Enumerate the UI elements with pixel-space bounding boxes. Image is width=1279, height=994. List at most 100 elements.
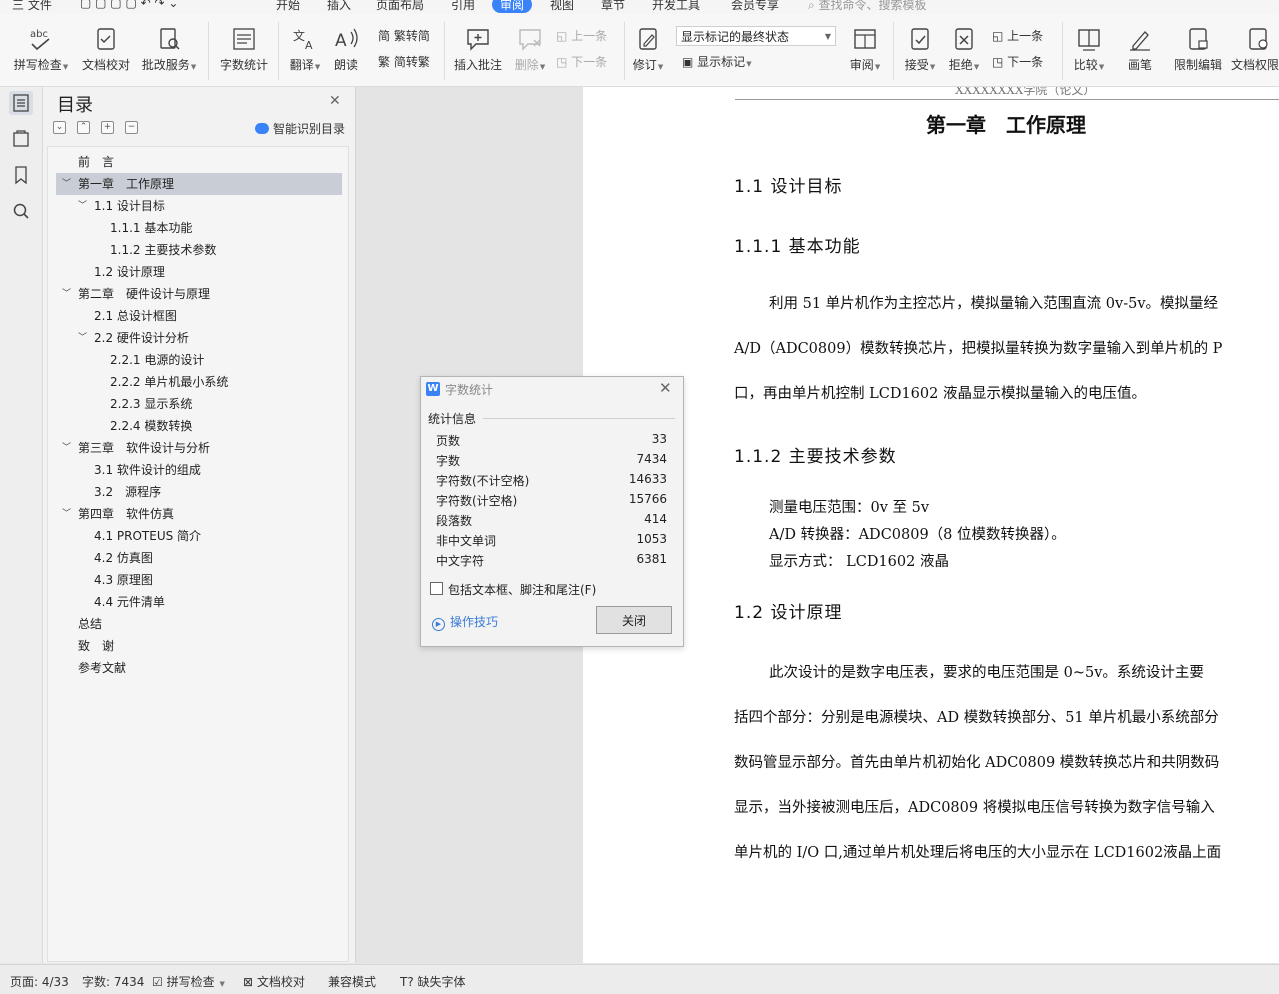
insert-comment-button[interactable]: 插入批注 — [452, 26, 504, 73]
bookmark-icon[interactable] — [9, 163, 33, 187]
tab-member[interactable]: 会员专享 — [731, 0, 779, 13]
tab-developer[interactable]: 开发工具 — [652, 0, 700, 13]
page-indicator[interactable]: 页面: 4/33 — [10, 973, 69, 990]
quick-access-icons[interactable]: ▢ ▢ ▢ ▢ ↶ ↷ ⌄ — [80, 0, 178, 10]
read-aloud-button[interactable]: A 朗读 — [330, 26, 362, 73]
toc-item[interactable]: 4.2 仿真图 — [56, 547, 342, 569]
revise-service-button[interactable]: 批改服务▼ — [140, 26, 198, 73]
toc-item[interactable]: 2.2.2 单片机最小系统 — [56, 371, 342, 393]
tab-section[interactable]: 章节 — [601, 0, 625, 13]
compare-button[interactable]: 比较▼ — [1070, 26, 1108, 73]
expand-all-icon[interactable]: ⌄ — [53, 121, 66, 134]
toc-item[interactable]: 2.2.1 电源的设计 — [56, 349, 342, 371]
tab-review[interactable]: 审阅 — [492, 0, 533, 13]
toc-item-label: 4.4 元件清单 — [94, 595, 165, 609]
delete-comment-button[interactable]: 删除▼ — [512, 26, 548, 73]
add-heading-icon[interactable]: + — [101, 121, 114, 134]
doc-proof-status[interactable]: ⊠ 文档校对 — [243, 973, 305, 990]
ribbon-separator — [208, 22, 209, 80]
prev-change-button[interactable]: ◱ 上一条 — [992, 27, 1043, 44]
prev-comment-button[interactable]: ◱ 上一条 — [556, 27, 607, 44]
translate-button[interactable]: 文 A 翻译▼ — [286, 26, 324, 73]
markup-state-select[interactable]: 显示标记的最终状态 ▼ — [676, 26, 836, 46]
smart-toc-button[interactable]: 智能识别目录 — [255, 120, 345, 137]
spell-check-button[interactable]: abc 拼写检查▼ — [12, 26, 70, 73]
toc-item[interactable]: 2.2.3 显示系统 — [56, 393, 342, 415]
simp-to-trad-button[interactable]: 繁 简转繁 — [378, 53, 430, 70]
ink-button[interactable]: 画笔 — [1124, 26, 1156, 73]
stat-label: 字符数(不计空格) — [436, 474, 530, 488]
search-icon[interactable] — [9, 199, 33, 223]
tab-insert[interactable]: 插入 — [327, 0, 351, 13]
trad-to-simp-button[interactable]: 简 繁转简 — [378, 27, 430, 44]
toc-item[interactable]: ﹀ 第二章 硬件设计与原理 — [56, 283, 342, 305]
toc-item[interactable]: 2.2.4 模数转换 — [56, 415, 342, 437]
toc-item[interactable]: 2.1 总设计框图 — [56, 305, 342, 327]
toc-item[interactable]: 3.2 源程序 — [56, 481, 342, 503]
chevron-down-icon[interactable]: ﹀ — [78, 327, 87, 349]
toc-item[interactable]: 4.1 PROTEUS 简介 — [56, 525, 342, 547]
chapter-nav-icon[interactable] — [9, 127, 33, 151]
toc-item[interactable]: 1.2 设计原理 — [56, 261, 342, 283]
tab-references[interactable]: 引用 — [451, 0, 475, 13]
close-button[interactable]: 关闭 — [596, 606, 672, 634]
toc-item[interactable]: 1.1.1 基本功能 — [56, 217, 342, 239]
document-page[interactable]: XXXXXXXX学院（论文） 第一章 工作原理 1.1 设计目标 1.1.1 基… — [583, 87, 1279, 963]
spell-check-label: 拼写检查 — [13, 58, 62, 72]
doc-permission-button[interactable]: 文档权限 — [1231, 26, 1279, 73]
toc-item[interactable]: 3.1 软件设计的组成 — [56, 459, 342, 481]
toc-icon[interactable] — [9, 91, 33, 115]
toc-item[interactable]: ﹀ 2.2 硬件设计分析 — [56, 327, 342, 349]
reviewing-pane-button[interactable]: 审阅▼ — [846, 26, 884, 73]
toc-item-label: 3.2 源程序 — [94, 485, 162, 499]
missing-font-status[interactable]: T? 缺失字体 — [400, 973, 466, 990]
collapse-all-icon[interactable]: ⌃ — [77, 121, 90, 134]
close-icon[interactable]: ✕ — [329, 93, 341, 109]
tab-page-layout[interactable]: 页面布局 — [376, 0, 424, 13]
restrict-editing-button[interactable]: 限制编辑 — [1172, 26, 1224, 73]
doc-proof-button[interactable]: 文档校对 — [80, 26, 132, 73]
tab-view[interactable]: 视图 — [550, 0, 574, 13]
next-comment-button[interactable]: ◳ 下一条 — [556, 53, 607, 70]
chevron-down-icon[interactable]: ﹀ — [62, 283, 71, 305]
trad-simp-icon: 简 — [378, 29, 391, 43]
include-notes-label[interactable]: 包括文本框、脚注和尾注(F) — [448, 581, 596, 598]
word-count-indicator[interactable]: 字数: 7434 — [82, 973, 144, 990]
remove-heading-icon[interactable]: − — [125, 121, 138, 134]
spell-check-status[interactable]: ☑ 拼写检查 ▼ — [152, 973, 225, 990]
toc-item[interactable]: 致 谢 — [56, 635, 342, 657]
command-search[interactable]: ⌕ 查找命令、搜索模板 — [808, 0, 927, 13]
toc-item[interactable]: ﹀ 第三章 软件设计与分析 — [56, 437, 342, 459]
chevron-down-icon[interactable]: ﹀ — [62, 437, 71, 459]
next-change-button[interactable]: ◳ 下一条 — [992, 53, 1043, 70]
reject-button[interactable]: 拒绝▼ — [946, 26, 982, 73]
show-markup-button[interactable]: ▣ 显示标记▼ — [682, 53, 752, 70]
close-icon[interactable]: ✕ — [659, 379, 672, 397]
tips-link[interactable]: ▶ 操作技巧 — [432, 613, 498, 631]
include-notes-checkbox[interactable] — [430, 582, 443, 595]
toc-item[interactable]: 总结 — [56, 613, 342, 635]
chevron-down-icon[interactable]: ﹀ — [78, 195, 87, 217]
tab-home[interactable]: 开始 — [276, 0, 300, 13]
chevron-down-icon[interactable]: ﹀ — [62, 503, 71, 525]
toc-item[interactable]: 4.3 原理图 — [56, 569, 342, 591]
toc-item[interactable]: 前 言 — [56, 151, 342, 173]
toc-item[interactable]: ﹀ 1.1 设计目标 — [56, 195, 342, 217]
track-changes-button[interactable]: 修订▼ — [630, 26, 666, 73]
accept-button[interactable]: 接受▼ — [902, 26, 938, 73]
markup-state-value: 显示标记的最终状态 — [681, 30, 790, 44]
toc-item[interactable]: 参考文献 — [56, 657, 342, 679]
toc-item[interactable]: 1.1.2 主要技术参数 — [56, 239, 342, 261]
file-menu[interactable]: 三 文件 — [12, 0, 52, 13]
toc-item-label: 第四章 软件仿真 — [78, 507, 175, 521]
toc-item[interactable]: 4.4 元件清单 — [56, 591, 342, 613]
chevron-down-icon[interactable]: ﹀ — [62, 173, 71, 195]
ribbon-separator — [893, 22, 894, 80]
compat-mode-status[interactable]: 兼容模式 — [328, 973, 376, 990]
toc-item[interactable]: ﹀ 第四章 软件仿真 — [56, 503, 342, 525]
dialog-titlebar[interactable]: W 字数统计 ✕ — [421, 377, 683, 401]
word-count-button[interactable]: 字数统计 — [218, 26, 270, 73]
missing-font-label: 缺失字体 — [417, 975, 466, 989]
paragraph-line: 此次设计的是数字电压表，要求的电压范围是 0~5v。系统设计主要 — [769, 665, 1204, 681]
toc-item[interactable]: ﹀ 第一章 工作原理 — [56, 173, 342, 195]
